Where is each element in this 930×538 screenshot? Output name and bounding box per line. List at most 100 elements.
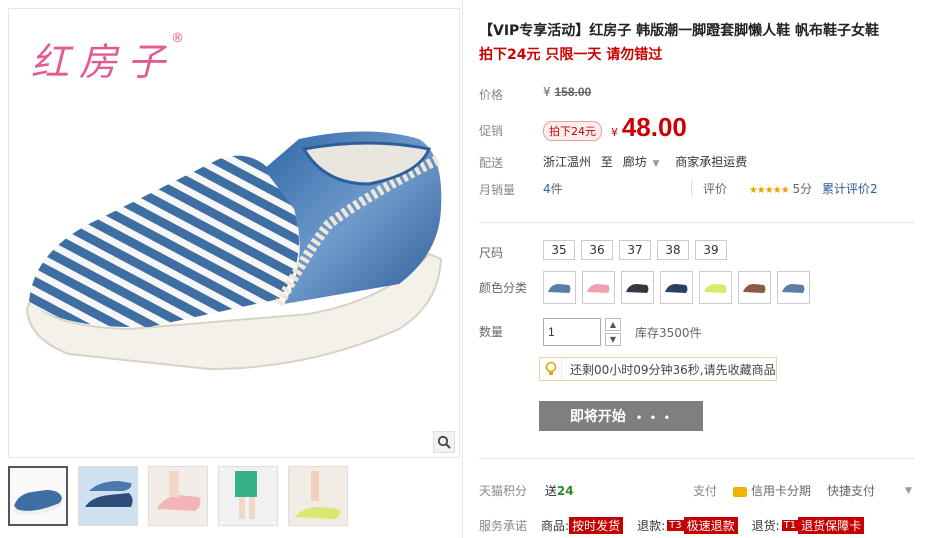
service-prefix: 退款: bbox=[637, 519, 666, 533]
service-badge: T3 bbox=[667, 520, 684, 531]
color-shoe-icon bbox=[547, 283, 570, 293]
color-shoe-icon bbox=[664, 283, 687, 293]
service-item-refund[interactable]: 退款: T3 极速退款 bbox=[637, 517, 738, 534]
promo-label: 促销 bbox=[479, 124, 504, 138]
countdown-text: 还剩00小时09分钟36秒,请先收藏商品 bbox=[570, 362, 776, 377]
ship-destination: 廊坊 bbox=[622, 155, 647, 169]
service-prefix: 商品: bbox=[541, 519, 570, 533]
promo-currency-symbol: ¥ bbox=[611, 126, 618, 139]
credit-card-icon bbox=[733, 486, 748, 497]
product-info-panel: 【VIP专享活动】红房子 韩版潮一脚蹬套脚懒人鞋 帆布鞋子女鞋 拍下24元 只限… bbox=[462, 0, 930, 538]
quantity-input[interactable] bbox=[543, 318, 601, 346]
shipping-label: 配送 bbox=[479, 156, 504, 170]
credit-installment[interactable]: 信用卡分期 bbox=[733, 482, 811, 499]
service-badge: T1 bbox=[781, 520, 799, 531]
quantity-increase-button[interactable]: ▲ bbox=[605, 318, 621, 331]
size-option-36[interactable]: 36 bbox=[581, 240, 613, 260]
promo-tag: 拍下24元 bbox=[543, 121, 602, 141]
main-product-image[interactable]: 红房子 ® bbox=[8, 8, 460, 458]
color-label: 颜色分类 bbox=[479, 281, 528, 295]
promo-price: ¥ 48.00 bbox=[611, 112, 687, 143]
color-shoe-icon bbox=[781, 283, 804, 293]
color-option-2[interactable] bbox=[582, 271, 615, 304]
thumbnail-1[interactable] bbox=[8, 466, 68, 526]
credit-installment-label: 信用卡分期 bbox=[751, 484, 812, 498]
currency-symbol: ¥ bbox=[543, 85, 551, 99]
service-item-ontime[interactable]: 商品: 按时发货 bbox=[541, 517, 624, 534]
service-prefix: 退货: bbox=[751, 519, 780, 533]
service-name: 退货保障卡 bbox=[798, 517, 865, 534]
product-shoe-illustration bbox=[25, 131, 443, 371]
shipping-info: 浙江温州 至 廊坊 ▼ 商家承担运费 bbox=[543, 153, 747, 170]
size-option-37[interactable]: 37 bbox=[619, 240, 651, 260]
expand-arrow-icon[interactable]: ▼ bbox=[905, 486, 912, 496]
monthly-sales-label: 月销量 bbox=[479, 183, 516, 197]
color-option-1[interactable] bbox=[543, 271, 576, 304]
service-item-return[interactable]: 退货: T1 退货保障卡 bbox=[752, 517, 865, 534]
shipping-fee: 商家承担运费 bbox=[675, 155, 748, 169]
cumulative-reviews-link[interactable]: 累计评价2 bbox=[822, 182, 878, 196]
coming-soon-button[interactable]: 即将开始 • • • bbox=[539, 401, 703, 431]
thumbnail-shoe-image bbox=[14, 490, 62, 515]
original-price: ¥ 158.00 bbox=[543, 85, 591, 99]
promo-price-value: 48.00 bbox=[621, 112, 687, 142]
monthly-sales-value: 4件 bbox=[543, 180, 563, 197]
product-subtitle: 拍下24元 只限一天 请勿错过 bbox=[479, 47, 663, 63]
rating-score: 5分 bbox=[792, 182, 813, 196]
divider bbox=[691, 181, 692, 195]
thumbnail-model-image bbox=[219, 467, 277, 525]
thumbnail-pink-shoes-image bbox=[149, 467, 207, 525]
color-option-3[interactable] bbox=[621, 271, 654, 304]
stock-count: 库存3500件 bbox=[635, 326, 702, 340]
thumbnail-shoes-image bbox=[79, 467, 137, 525]
quick-pay[interactable]: 快捷支付 bbox=[827, 482, 875, 499]
quantity-label: 数量 bbox=[479, 325, 504, 339]
tmall-points-row: 天猫积分 送24 bbox=[479, 482, 574, 499]
original-price-value: 158.00 bbox=[554, 85, 592, 99]
size-option-39[interactable]: 39 bbox=[695, 240, 727, 260]
service-name: 极速退款 bbox=[683, 517, 738, 534]
size-option-38[interactable]: 38 bbox=[657, 240, 689, 260]
thumbnail-4[interactable] bbox=[218, 466, 278, 526]
product-title: 【VIP专享活动】红房子 韩版潮一脚蹬套脚懒人鞋 帆布鞋子女鞋 bbox=[479, 23, 880, 39]
sales-unit: 件 bbox=[550, 182, 563, 196]
size-label: 尺码 bbox=[479, 246, 504, 260]
thumbnail-5[interactable] bbox=[288, 466, 348, 526]
thumbnail-3[interactable] bbox=[148, 466, 208, 526]
sales-count: 4 bbox=[543, 182, 551, 196]
chevron-down-icon: ▼ bbox=[609, 335, 617, 344]
dropdown-arrow-icon: ▼ bbox=[652, 159, 660, 169]
chevron-up-icon: ▲ bbox=[609, 320, 617, 329]
ship-destination-select[interactable]: 廊坊 ▼ bbox=[623, 155, 664, 169]
color-shoe-icon bbox=[586, 283, 609, 293]
thumbnail-2[interactable] bbox=[78, 466, 138, 526]
color-shoe-icon bbox=[703, 283, 726, 293]
payment-row: 支付 信用卡分期 快捷支付 ▼ bbox=[693, 482, 912, 499]
countdown-notice: 还剩00小时09分钟36秒,请先收藏商品 bbox=[539, 357, 777, 381]
service-label: 服务承诺 bbox=[479, 519, 528, 533]
color-option-7[interactable] bbox=[777, 271, 810, 304]
service-name: 按时发货 bbox=[569, 517, 624, 534]
color-options bbox=[543, 271, 810, 304]
rating-label: 评价 bbox=[703, 182, 728, 196]
color-shoe-icon bbox=[742, 283, 765, 293]
section-divider bbox=[479, 222, 915, 223]
thumbnail-strip bbox=[8, 466, 348, 532]
service-promise-row: 服务承诺 商品: 按时发货 退款: T3 极速退款 退货: T1 退货保障卡 bbox=[479, 517, 878, 534]
thumbnail-yellow-shoes-image bbox=[289, 467, 347, 525]
zoom-button[interactable] bbox=[433, 431, 455, 453]
rating-summary: 评价 ★★★★★ 5分 累计评价2 bbox=[695, 180, 878, 197]
ship-to-word: 至 bbox=[600, 155, 613, 169]
section-divider bbox=[479, 458, 915, 459]
color-option-5[interactable] bbox=[699, 271, 732, 304]
buy-button-label: 即将开始 bbox=[569, 409, 626, 425]
points-prefix: 送 bbox=[544, 484, 557, 498]
size-options: 35 36 37 38 39 bbox=[543, 240, 727, 260]
color-option-6[interactable] bbox=[738, 271, 771, 304]
color-option-4[interactable] bbox=[660, 271, 693, 304]
color-shoe-icon bbox=[625, 283, 648, 293]
quantity-decrease-button[interactable]: ▼ bbox=[605, 333, 621, 346]
size-option-35[interactable]: 35 bbox=[543, 240, 575, 260]
ship-from: 浙江温州 bbox=[543, 155, 592, 169]
star-rating-icon: ★★★★★ bbox=[748, 185, 790, 196]
